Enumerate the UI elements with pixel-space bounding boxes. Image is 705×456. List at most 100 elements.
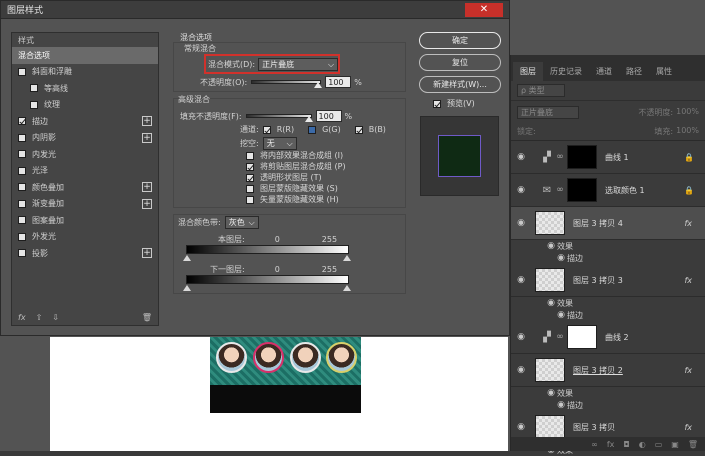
link-layers-icon[interactable]: ∞ xyxy=(591,440,598,449)
layer-blend-mode-select[interactable]: 正片叠底 xyxy=(517,105,579,119)
tab-layers[interactable]: 图层 xyxy=(513,62,543,81)
channel-g-checkbox[interactable] xyxy=(308,125,317,134)
plus-icon[interactable]: + xyxy=(142,116,152,127)
style-item-inner-glow[interactable]: 内发光 xyxy=(12,146,158,163)
style-item-outer-glow[interactable]: 外发光 xyxy=(12,229,158,246)
eye-icon[interactable]: ◉ xyxy=(511,422,531,432)
checkbox[interactable] xyxy=(18,67,26,76)
new-layer-icon[interactable]: ▣ xyxy=(671,440,679,449)
style-item-color-overlay[interactable]: 颜色叠加 + xyxy=(12,179,158,196)
opacity-input[interactable]: 100 xyxy=(325,76,352,88)
channel-b-checkbox[interactable] xyxy=(354,125,363,134)
style-item-inner-shadow[interactable]: 内阴影 + xyxy=(12,130,158,147)
checkbox[interactable] xyxy=(18,216,26,225)
checkbox[interactable] xyxy=(18,150,26,159)
checkbox[interactable] xyxy=(246,184,254,193)
reset-button[interactable]: 复位 xyxy=(419,54,501,71)
layer-row[interactable]: ◉ 图层 3 拷贝 2 fx xyxy=(511,354,705,387)
close-button[interactable]: ✕ xyxy=(465,3,503,17)
transparency-shapes-option[interactable]: 透明形状图层 (T) xyxy=(246,172,346,183)
eye-icon[interactable]: ◉ xyxy=(555,400,567,410)
fx-icon[interactable]: fx xyxy=(684,366,692,375)
delete-layer-icon[interactable]: 🗑 xyxy=(688,440,698,449)
style-item-drop-shadow[interactable]: 投影 + xyxy=(12,245,158,262)
styles-header[interactable]: 样式 xyxy=(12,33,158,47)
slider-knob[interactable] xyxy=(314,82,323,88)
this-layer-white-slider[interactable] xyxy=(343,255,351,261)
fx-icon[interactable]: fx xyxy=(684,219,692,228)
checkbox[interactable] xyxy=(246,195,254,204)
layer-filter-select[interactable]: ρ 类型 xyxy=(517,84,565,97)
slider-knob[interactable] xyxy=(304,116,313,122)
preview-checkbox[interactable] xyxy=(433,99,441,108)
style-item-texture[interactable]: 纹理 xyxy=(12,97,158,114)
fx-menu-icon[interactable]: fx xyxy=(18,313,26,322)
tab-history[interactable]: 历史记录 xyxy=(543,62,589,81)
checkbox[interactable] xyxy=(18,183,26,192)
checkbox-checked[interactable] xyxy=(18,117,26,126)
plus-icon[interactable]: + xyxy=(142,182,152,193)
eye-icon[interactable]: ◉ xyxy=(555,253,567,263)
checkbox[interactable] xyxy=(246,151,254,160)
layer-row[interactable]: ◉ ✉ ∞ 选取颜色 1 🔒 xyxy=(511,174,705,207)
plus-icon[interactable]: + xyxy=(142,248,152,259)
checkbox[interactable] xyxy=(30,100,38,109)
checkbox[interactable] xyxy=(18,166,26,175)
move-down-icon[interactable]: ⇩ xyxy=(52,313,59,322)
ok-button[interactable]: 确定 xyxy=(419,32,501,49)
opacity-slider[interactable] xyxy=(251,80,323,88)
underlying-black-slider[interactable] xyxy=(183,285,191,291)
eye-icon[interactable]: ◉ xyxy=(545,298,557,308)
move-up-icon[interactable]: ⇧ xyxy=(36,313,43,322)
new-group-icon[interactable]: ▭ xyxy=(655,440,663,449)
plus-icon[interactable]: + xyxy=(142,132,152,143)
style-item-pattern-overlay[interactable]: 图案叠加 xyxy=(12,212,158,229)
checkbox-checked[interactable] xyxy=(246,173,254,182)
eye-icon[interactable]: ◉ xyxy=(545,388,557,398)
stroke-effect-row[interactable]: ◉ 描边 xyxy=(511,309,705,321)
stroke-effect-row[interactable]: ◉ 描边 xyxy=(511,399,705,411)
checkbox[interactable] xyxy=(18,133,26,142)
style-item-blending-options[interactable]: 混合选项 xyxy=(12,47,158,64)
layer-mask-hides-option[interactable]: 图层蒙版隐藏效果 (S) xyxy=(246,183,346,194)
adjustment-layer-icon[interactable]: ◐ xyxy=(639,440,646,449)
style-item-contour[interactable]: 等高线 xyxy=(12,80,158,97)
layer-row[interactable]: ◉ 图层 3 拷贝 3 fx xyxy=(511,264,705,297)
add-mask-icon[interactable]: ◘ xyxy=(623,440,629,449)
knockout-select[interactable]: 无 ⌵ xyxy=(262,137,297,150)
preview-row[interactable]: 预览(V) xyxy=(419,98,501,109)
eye-icon[interactable]: ◉ xyxy=(545,241,557,251)
effects-row[interactable]: ◉效果 xyxy=(511,387,705,399)
eye-icon[interactable]: ◉ xyxy=(555,310,567,320)
checkbox[interactable] xyxy=(18,249,26,258)
eye-icon[interactable]: ◉ xyxy=(511,365,531,375)
dialog-titlebar[interactable]: 图层样式 xyxy=(1,1,509,19)
tab-paths[interactable]: 路径 xyxy=(619,62,649,81)
underlying-white-slider[interactable] xyxy=(343,285,351,291)
checkbox[interactable] xyxy=(30,84,38,93)
blend-interior-option[interactable]: 将内部效果混合成组 (I) xyxy=(246,150,346,161)
checkbox-checked[interactable] xyxy=(246,162,254,171)
fill-opacity-input[interactable]: 100 xyxy=(315,110,342,122)
layer-row[interactable]: ◉ ▞ ∞ 曲线 1 🔒 xyxy=(511,141,705,174)
style-item-bevel-emboss[interactable]: 斜面和浮雕 xyxy=(12,64,158,81)
eye-icon[interactable]: ◉ xyxy=(511,152,531,162)
new-style-button[interactable]: 新建样式(W)... xyxy=(419,76,501,93)
style-item-satin[interactable]: 光泽 xyxy=(12,163,158,180)
channel-r-checkbox[interactable] xyxy=(262,125,271,134)
vector-mask-hides-option[interactable]: 矢量蒙版隐藏效果 (H) xyxy=(246,194,346,205)
stroke-effect-row[interactable]: ◉ 描边 xyxy=(511,252,705,264)
checkbox[interactable] xyxy=(18,199,26,208)
blend-clipped-option[interactable]: 将剪贴图层混合成组 (P) xyxy=(246,161,346,172)
layer-row[interactable]: ◉ ▞ ∞ 曲线 2 xyxy=(511,321,705,354)
checkbox[interactable] xyxy=(18,232,26,241)
tab-properties[interactable]: 属性 xyxy=(649,62,679,81)
plus-icon[interactable]: + xyxy=(142,198,152,209)
fx-icon[interactable]: fx xyxy=(684,423,692,432)
fill-opacity-slider[interactable] xyxy=(245,114,313,122)
tab-channels[interactable]: 通道 xyxy=(589,62,619,81)
trash-icon[interactable]: 🗑 xyxy=(142,313,152,322)
eye-icon[interactable]: ◉ xyxy=(511,218,531,228)
layer-row[interactable]: ◉ 图层 3 拷贝 4 fx xyxy=(511,207,705,240)
layer-opacity-value[interactable]: 100% xyxy=(676,107,699,118)
